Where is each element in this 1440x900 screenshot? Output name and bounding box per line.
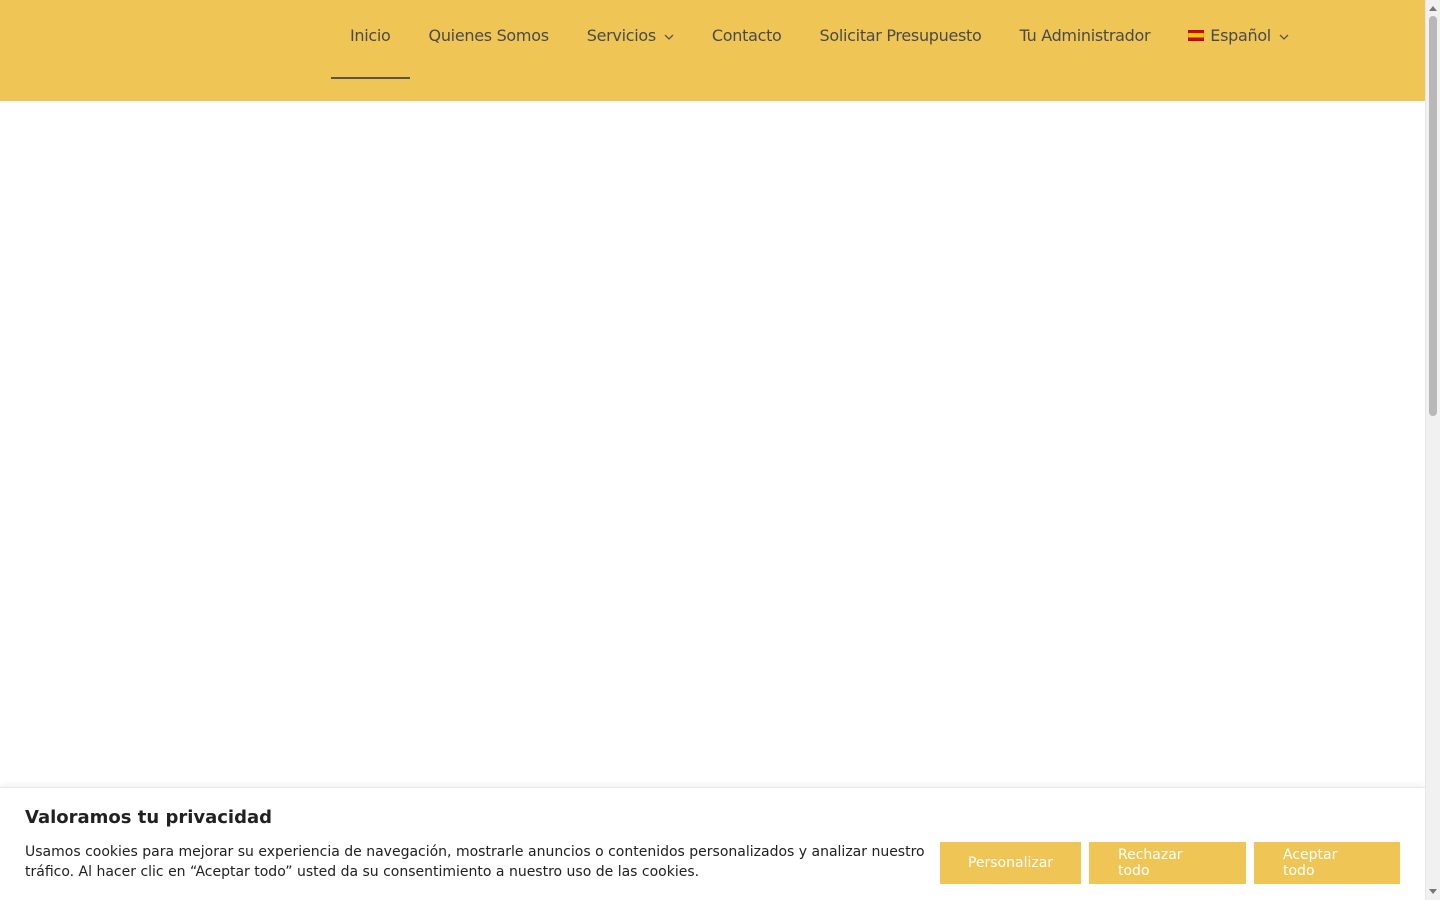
scroll-up-icon[interactable]: [1429, 6, 1437, 11]
spain-flag-icon: [1188, 30, 1205, 41]
nav-item-tu-administrador[interactable]: Tu Administrador: [1001, 0, 1170, 79]
nav-item-label: Quienes Somos: [428, 26, 549, 45]
accept-all-button[interactable]: Aceptar todo: [1254, 842, 1400, 884]
nav-item-contacto[interactable]: Contacto: [693, 0, 801, 79]
cookie-buttons: Personalizar Rechazar todo Aceptar todo: [940, 842, 1400, 884]
cookie-banner: Valoramos tu privacidad Usamos cookies p…: [0, 787, 1425, 900]
cookie-text: Usamos cookies para mejorar su experienc…: [25, 844, 925, 880]
nav-item-label: Tu Administrador: [1019, 26, 1151, 45]
language-selector[interactable]: Español: [1169, 0, 1308, 79]
cookie-title: Valoramos tu privacidad: [25, 807, 273, 828]
nav-item-label: Servicios: [586, 26, 656, 45]
main-nav: Inicio Quienes Somos Servicios Contacto …: [331, 0, 1308, 101]
scroll-down-icon[interactable]: [1429, 889, 1437, 894]
chevron-down-icon: [664, 26, 674, 45]
nav-item-solicitar-presupuesto[interactable]: Solicitar Presupuesto: [801, 0, 1001, 79]
nav-item-label: Inicio: [350, 26, 391, 45]
main-content: [0, 101, 1425, 787]
nav-item-servicios[interactable]: Servicios: [568, 0, 693, 79]
language-label: Español: [1210, 26, 1271, 45]
vertical-scrollbar[interactable]: [1425, 0, 1440, 900]
reject-all-button[interactable]: Rechazar todo: [1089, 842, 1246, 884]
nav-item-inicio[interactable]: Inicio: [331, 0, 410, 79]
chevron-down-icon: [1279, 26, 1289, 45]
scrollbar-thumb[interactable]: [1429, 16, 1437, 416]
nav-item-quienes-somos[interactable]: Quienes Somos: [410, 0, 568, 79]
nav-item-label: Contacto: [711, 26, 782, 45]
customize-button[interactable]: Personalizar: [940, 842, 1081, 884]
nav-item-label: Solicitar Presupuesto: [819, 26, 982, 45]
site-header: Inicio Quienes Somos Servicios Contacto …: [0, 0, 1425, 101]
page: Inicio Quienes Somos Servicios Contacto …: [0, 0, 1440, 900]
